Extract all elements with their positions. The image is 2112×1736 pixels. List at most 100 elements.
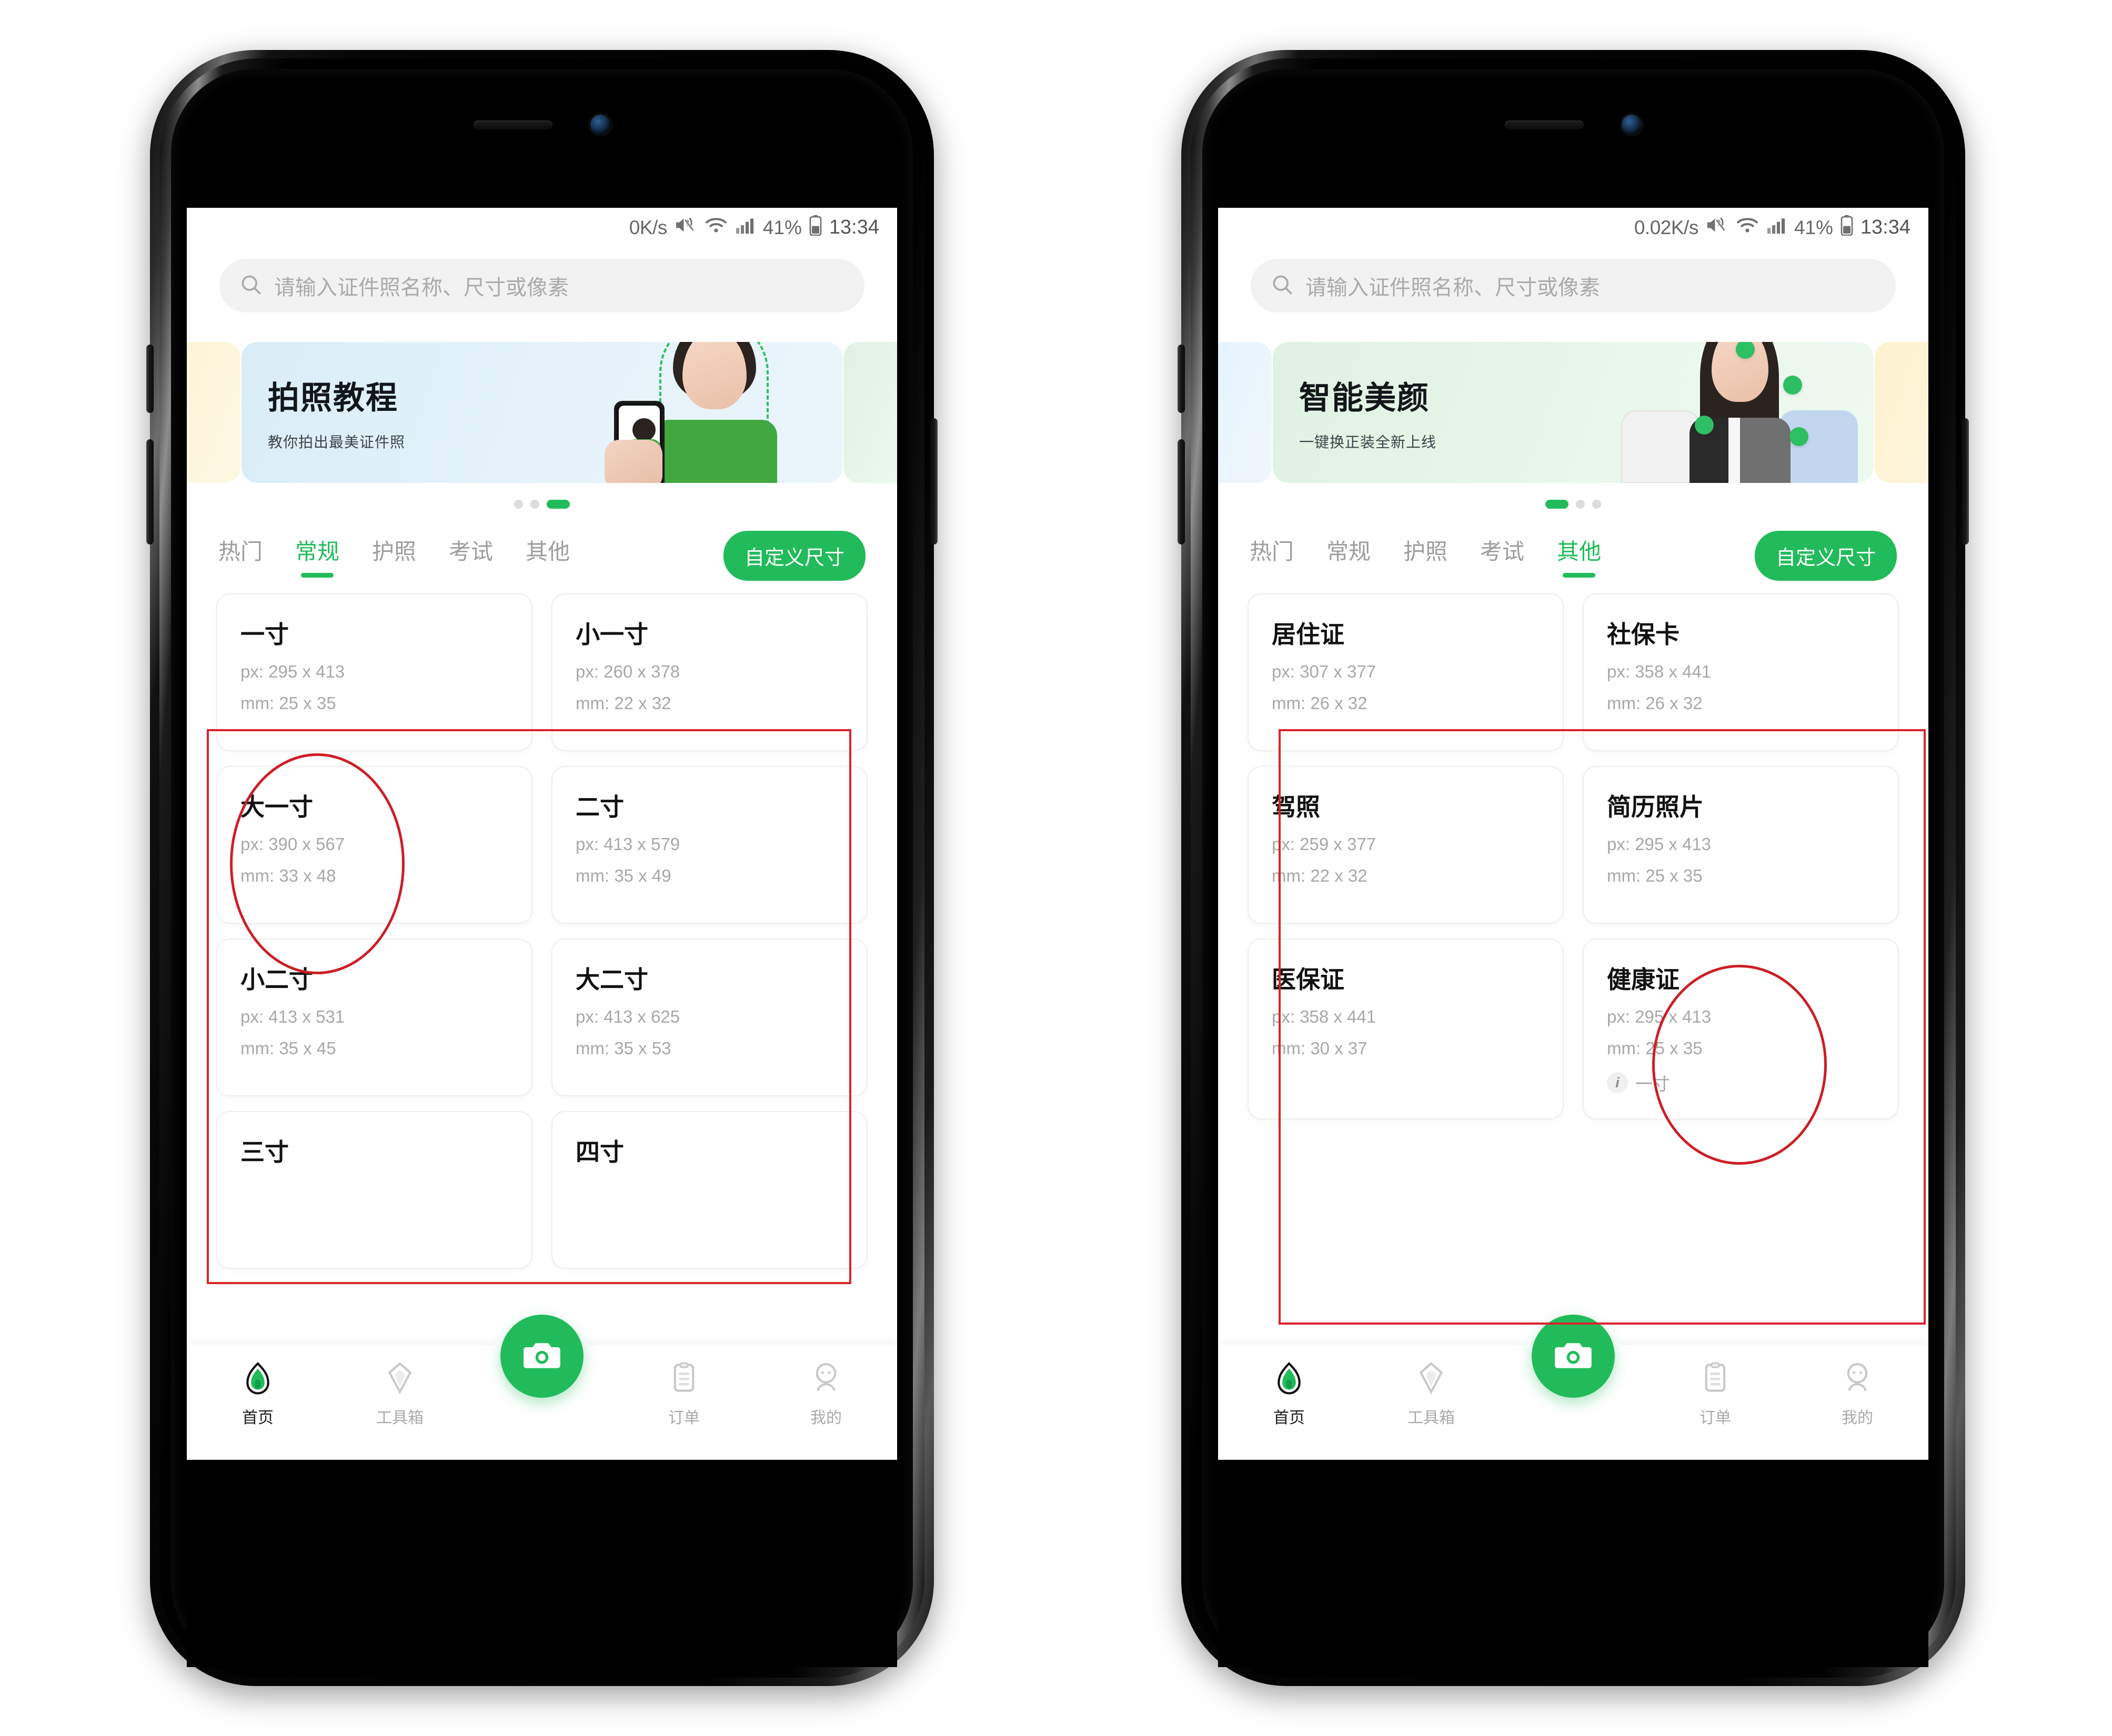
power-button[interactable] (930, 418, 938, 544)
size-card-xiaoyicun[interactable]: 小一寸 px: 260 x 378 mm: 22 x 32 (551, 593, 868, 751)
status-bar: 0.02K/s 41% 13:34 (1218, 208, 1928, 247)
banner-active[interactable]: 智能美颜 一键换正装全新上线 (1273, 342, 1874, 483)
volume-up-button[interactable] (146, 345, 154, 413)
bottom-navigation: 首页 工具箱 订单 我的 (187, 1315, 897, 1460)
carousel-dot-active[interactable] (547, 500, 570, 509)
nav-item-orders[interactable]: 订单 (613, 1345, 755, 1428)
carousel-dot[interactable] (530, 500, 539, 509)
wifi-icon (704, 216, 728, 239)
card-title: 居住证 (1272, 621, 1344, 648)
card-title: 小二寸 (240, 966, 313, 993)
custom-size-button[interactable]: 自定义尺寸 (1754, 531, 1897, 581)
card-px: px: 413 x 625 (576, 1007, 680, 1026)
carousel-dot-active[interactable] (1545, 500, 1568, 509)
tab-qita[interactable]: 其他 (526, 534, 570, 578)
tab-remen[interactable]: 热门 (218, 534, 263, 578)
card-px: px: 413 x 531 (240, 1007, 345, 1026)
banner-prev-peek[interactable] (1218, 342, 1272, 483)
battery-icon (1840, 215, 1854, 240)
size-card-sancun[interactable]: 三寸 (216, 1111, 532, 1269)
size-card-daercun[interactable]: 大二寸 px: 413 x 625 mm: 35 x 53 (551, 938, 868, 1096)
nav-item-home[interactable]: 首页 (1218, 1345, 1360, 1428)
search-input[interactable]: 请输入证件照名称、尺寸或像素 (219, 259, 864, 312)
banner-artwork (585, 342, 832, 483)
nav-item-profile[interactable]: 我的 (755, 1345, 897, 1428)
nav-item-profile[interactable]: 我的 (1786, 1345, 1928, 1428)
banner-prev-peek[interactable] (187, 342, 240, 483)
custom-size-button[interactable]: 自定义尺寸 (723, 531, 866, 581)
camera-button[interactable] (1532, 1315, 1615, 1398)
size-card-sicun[interactable]: 四寸 (551, 1111, 868, 1269)
banner-title: 智能美颜 (1299, 380, 1430, 416)
tab-huzhao[interactable]: 护照 (1403, 534, 1447, 578)
nav-item-toolbox[interactable]: 工具箱 (329, 1345, 471, 1428)
phone-left: 0K/s 41% 13:34 请输入证件照名称、尺寸或像素 拍照教程 教你拍出最… (146, 50, 938, 1686)
camera-icon (1553, 1335, 1594, 1378)
network-speed: 0.02K/s (1634, 216, 1698, 238)
card-title: 简历照片 (1607, 793, 1704, 821)
banner-next-peek[interactable] (843, 342, 897, 483)
card-px: px: 295 x 413 (1607, 1007, 1712, 1026)
card-mm: mm: 33 x 48 (240, 866, 336, 885)
volume-down-button[interactable] (1178, 439, 1185, 544)
mute-icon (674, 216, 697, 239)
tab-kaoshi[interactable]: 考试 (1480, 534, 1524, 578)
size-card-jianlizhaopian[interactable]: 简历照片 px: 295 x 413 mm: 25 x 35 (1583, 766, 1899, 924)
size-card-yibaozheng[interactable]: 医保证 px: 358 x 441 mm: 30 x 37 (1248, 938, 1564, 1119)
signal-icon (1766, 216, 1787, 239)
carousel-dot[interactable] (514, 500, 523, 509)
carousel-dots[interactable] (1218, 500, 1928, 509)
tab-kaoshi[interactable]: 考试 (449, 534, 493, 578)
tab-changgui[interactable]: 常规 (295, 534, 339, 578)
card-title: 健康证 (1607, 966, 1679, 993)
phone-bottom-bezel (1218, 1460, 1928, 1667)
carousel-dot[interactable] (1592, 500, 1601, 509)
nav-label: 我的 (810, 1409, 842, 1427)
size-card-jiankangzheng[interactable]: 健康证 px: 295 x 413 mm: 25 x 35 i 一寸 (1583, 938, 1899, 1119)
nav-item-orders[interactable]: 订单 (1644, 1345, 1786, 1428)
nav-item-toolbox[interactable]: 工具箱 (1360, 1345, 1502, 1428)
carousel-dot[interactable] (1576, 500, 1585, 509)
size-card-yicun[interactable]: 一寸 px: 295 x 413 mm: 25 x 35 (216, 593, 532, 751)
camera-button[interactable] (500, 1315, 584, 1398)
front-camera-icon (590, 115, 610, 135)
category-tabs-row: 热门 常规 护照 考试 其他 自定义尺寸 (1218, 509, 1928, 581)
tab-changgui[interactable]: 常规 (1326, 534, 1371, 578)
tab-qita[interactable]: 其他 (1557, 534, 1601, 578)
power-button[interactable] (1962, 418, 1969, 544)
toolbox-icon (1414, 1361, 1448, 1397)
banner-next-peek[interactable] (1875, 342, 1928, 483)
camera-icon (521, 1335, 562, 1378)
size-card-xiaoercun[interactable]: 小二寸 px: 413 x 531 mm: 35 x 45 (216, 938, 532, 1096)
banner-subtitle: 一键换正装全新上线 (1299, 434, 1437, 450)
banner-carousel[interactable]: 拍照教程 教你拍出最美证件照 (187, 334, 897, 491)
tab-huzhao[interactable]: 护照 (372, 534, 416, 578)
banner-carousel[interactable]: 智能美颜 一键换正装全新上线 (1218, 334, 1928, 491)
size-card-grid: 居住证 px: 307 x 377 mm: 26 x 32 社保卡 px: 35… (1248, 593, 1899, 1119)
banner-active[interactable]: 拍照教程 教你拍出最美证件照 (242, 342, 842, 483)
size-card-jiazhao[interactable]: 驾照 px: 259 x 377 mm: 22 x 32 (1248, 766, 1564, 924)
size-card-juzhuzheng[interactable]: 居住证 px: 307 x 377 mm: 26 x 32 (1248, 593, 1564, 751)
search-icon (1271, 273, 1294, 299)
card-px: px: 307 x 377 (1272, 662, 1376, 681)
search-placeholder: 请输入证件照名称、尺寸或像素 (1305, 276, 1600, 299)
size-card-ercun[interactable]: 二寸 px: 413 x 579 mm: 35 x 49 (551, 766, 868, 924)
card-title: 大二寸 (576, 966, 648, 993)
nav-label: 工具箱 (1407, 1409, 1455, 1427)
search-input[interactable]: 请输入证件照名称、尺寸或像素 (1251, 259, 1896, 312)
card-px: px: 260 x 378 (576, 662, 680, 681)
card-px: px: 295 x 413 (1607, 834, 1712, 854)
earpiece-speaker-icon (474, 120, 552, 129)
size-card-dayicun[interactable]: 大一寸 px: 390 x 567 mm: 33 x 48 (216, 766, 532, 924)
tab-remen[interactable]: 热门 (1250, 534, 1294, 578)
profile-icon (1841, 1361, 1874, 1397)
volume-down-button[interactable] (146, 439, 154, 544)
volume-up-button[interactable] (1178, 345, 1185, 413)
card-px: px: 358 x 441 (1607, 662, 1712, 681)
card-title: 社保卡 (1607, 621, 1679, 648)
carousel-dots[interactable] (187, 500, 897, 509)
nav-item-home[interactable]: 首页 (187, 1345, 329, 1428)
banner-title: 拍照教程 (268, 380, 398, 416)
size-card-shebaoka[interactable]: 社保卡 px: 358 x 441 mm: 26 x 32 (1583, 593, 1899, 751)
orders-icon (1698, 1361, 1732, 1397)
